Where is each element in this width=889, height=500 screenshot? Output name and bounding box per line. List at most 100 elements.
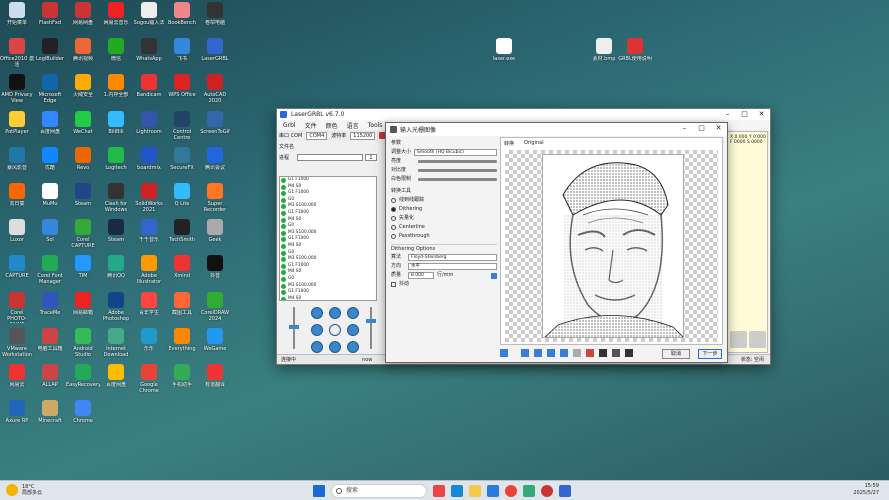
desktop-icon[interactable]: ScreenToGif: [198, 110, 232, 135]
desktop-icon[interactable]: WPS Office: [165, 74, 199, 98]
autotrim-icon[interactable]: [586, 349, 594, 357]
baud-select[interactable]: 115200: [350, 131, 376, 140]
jog-up-icon[interactable]: [329, 307, 341, 319]
white-clip-slider[interactable]: [418, 178, 497, 181]
desktop-icon[interactable]: BiliBili: [99, 110, 133, 135]
desktop-icon[interactable]: LogiBuilder: [33, 38, 67, 62]
desktop-icon[interactable]: TraceMe: [33, 291, 67, 316]
jog-right-icon[interactable]: [347, 324, 359, 336]
desktop-icon[interactable]: 网易云音乐: [99, 2, 133, 26]
lasergrbl-titlebar[interactable]: LaserGRBL v6.7.0 – □ ✕: [277, 109, 770, 120]
desktop-icon[interactable]: SolidWorks 2021: [132, 183, 166, 213]
weather-widget[interactable]: 18°C 局部多云: [22, 484, 42, 496]
desktop-icon[interactable]: WhatsApp: [132, 38, 166, 62]
desktop-icon[interactable]: 微信: [99, 38, 133, 62]
menu-grbl[interactable]: Grbl: [283, 122, 296, 129]
desktop-icon[interactable]: Revo: [66, 146, 100, 171]
contrast-slider[interactable]: [418, 169, 497, 172]
explorer-icon[interactable]: [469, 485, 481, 497]
desktop-icon[interactable]: 电脑工具箱: [33, 327, 67, 352]
clock[interactable]: 15:59 2025/5/27: [853, 483, 879, 497]
passes-field[interactable]: 1: [365, 154, 377, 161]
desktop-icon[interactable]: AMD Privacy View: [0, 74, 34, 104]
rotate-ccw-icon[interactable]: [521, 349, 529, 357]
weather-icon[interactable]: [6, 484, 18, 496]
filename-field[interactable]: [297, 154, 363, 161]
flip-h-icon[interactable]: [547, 349, 555, 357]
dialog-minimize-button[interactable]: –: [676, 123, 693, 134]
dialog-maximize-button[interactable]: □: [693, 123, 710, 134]
desktop-icon[interactable]: Adobe Illustrator: [132, 255, 166, 285]
tool-radio[interactable]: [391, 234, 396, 239]
maximize-button[interactable]: □: [736, 109, 753, 120]
desktop-icon[interactable]: Sol: [33, 219, 67, 243]
jog-up-left-icon[interactable]: [311, 307, 323, 319]
desktop-file[interactable]: 素材.bmp: [587, 38, 621, 62]
jog-home-icon[interactable]: [329, 324, 341, 336]
desktop-icon[interactable]: Geek: [198, 219, 232, 243]
desktop-icon[interactable]: 青年学生: [132, 291, 166, 316]
rotate-icon[interactable]: [500, 349, 508, 357]
algo-dropdown[interactable]: Floyd-Steinberg: [408, 254, 497, 261]
port-select[interactable]: COM4: [306, 131, 328, 140]
invert-icon[interactable]: [599, 349, 607, 357]
desktop-icon[interactable]: Sogou输入法: [132, 2, 166, 26]
desktop-file[interactable]: laser.exe: [487, 38, 521, 62]
desktop-icon[interactable]: ALLAP: [33, 364, 67, 388]
desktop-icon[interactable]: 抖音: [198, 255, 232, 279]
desktop-icon[interactable]: 卷帘电脑: [198, 2, 232, 26]
desktop-icon[interactable]: 开始菜单: [0, 2, 34, 26]
jog-left-icon[interactable]: [311, 324, 323, 336]
desktop-icon[interactable]: Bandicam: [132, 74, 166, 98]
desktop-icon[interactable]: BookBench: [165, 2, 199, 26]
tool-option[interactable]: Centerline: [391, 223, 497, 232]
desktop-icon[interactable]: CorelDRAW 2024: [198, 291, 232, 322]
brightness-slider[interactable]: [418, 160, 497, 163]
desktop-icon[interactable]: WeChat: [66, 110, 100, 135]
desktop-icon[interactable]: Internet Download: [99, 327, 133, 358]
desktop-icon[interactable]: 飞书: [165, 38, 199, 62]
desktop-icon[interactable]: Xmind: [165, 255, 199, 279]
crop-icon[interactable]: [573, 349, 581, 357]
speed-slider[interactable]: [365, 307, 377, 349]
tool-option[interactable]: Passthrough: [391, 232, 497, 241]
desktop-icon[interactable]: 网易网盘: [66, 2, 100, 26]
command-log[interactable]: G1 F1000 M4 S0 G1 F1000 G0 M3 S100.000 G1 F10…: [279, 176, 377, 301]
desktop-icon[interactable]: TechSmith: [165, 219, 199, 243]
tool-radio[interactable]: [391, 198, 396, 203]
close-button[interactable]: ✕: [753, 109, 770, 120]
desktop-icon[interactable]: 腾讯视频: [66, 38, 100, 62]
grayscale-icon[interactable]: [612, 349, 620, 357]
task-view-icon[interactable]: [433, 485, 445, 497]
dialog-close-button[interactable]: ✕: [710, 123, 727, 134]
minimize-button[interactable]: –: [719, 109, 736, 120]
tool-radio[interactable]: [391, 207, 396, 212]
desktop-icon[interactable]: PotPlayer: [0, 110, 34, 135]
desktop-icon[interactable]: EasyRecovery: [66, 364, 100, 388]
desktop-icon[interactable]: 腾讯会议: [198, 146, 232, 171]
desktop-icon[interactable]: Steam: [99, 219, 133, 243]
desktop-icon[interactable]: Minecraft: [33, 400, 67, 424]
power-slider[interactable]: [285, 307, 303, 349]
desktop-icon[interactable]: 向日葵: [0, 183, 34, 207]
desktop-icon[interactable]: Google Chrome: [132, 364, 166, 394]
store-icon[interactable]: [487, 485, 499, 497]
desktop-icon[interactable]: 火绒安全: [66, 74, 100, 98]
desktop-icon[interactable]: 网易邮箱: [66, 291, 100, 316]
direction-dropdown[interactable]: 水平: [408, 263, 497, 270]
desktop-icon[interactable]: 网易云: [0, 364, 34, 388]
desktop-icon[interactable]: 截图工具: [165, 291, 199, 316]
netease-music-icon[interactable]: [541, 485, 553, 497]
walk-icon[interactable]: [730, 331, 747, 348]
desktop-icon[interactable]: Logitech: [99, 146, 133, 171]
desktop-icon[interactable]: Everything: [165, 327, 199, 352]
desktop-icon[interactable]: Q Lite: [165, 183, 199, 207]
desktop-icon[interactable]: Office2010 激活: [0, 38, 34, 68]
menu-color[interactable]: 颜色: [326, 121, 338, 130]
desktop-icon[interactable]: 优酷: [33, 146, 67, 171]
tool-option[interactable]: Dithering: [391, 205, 497, 214]
desktop-icon[interactable]: CAPTURE: [0, 255, 34, 279]
desktop-icon[interactable]: 暴风影音: [0, 146, 34, 171]
cancel-button[interactable]: 取消: [662, 349, 690, 359]
desktop-icon[interactable]: boardmix: [132, 146, 166, 171]
